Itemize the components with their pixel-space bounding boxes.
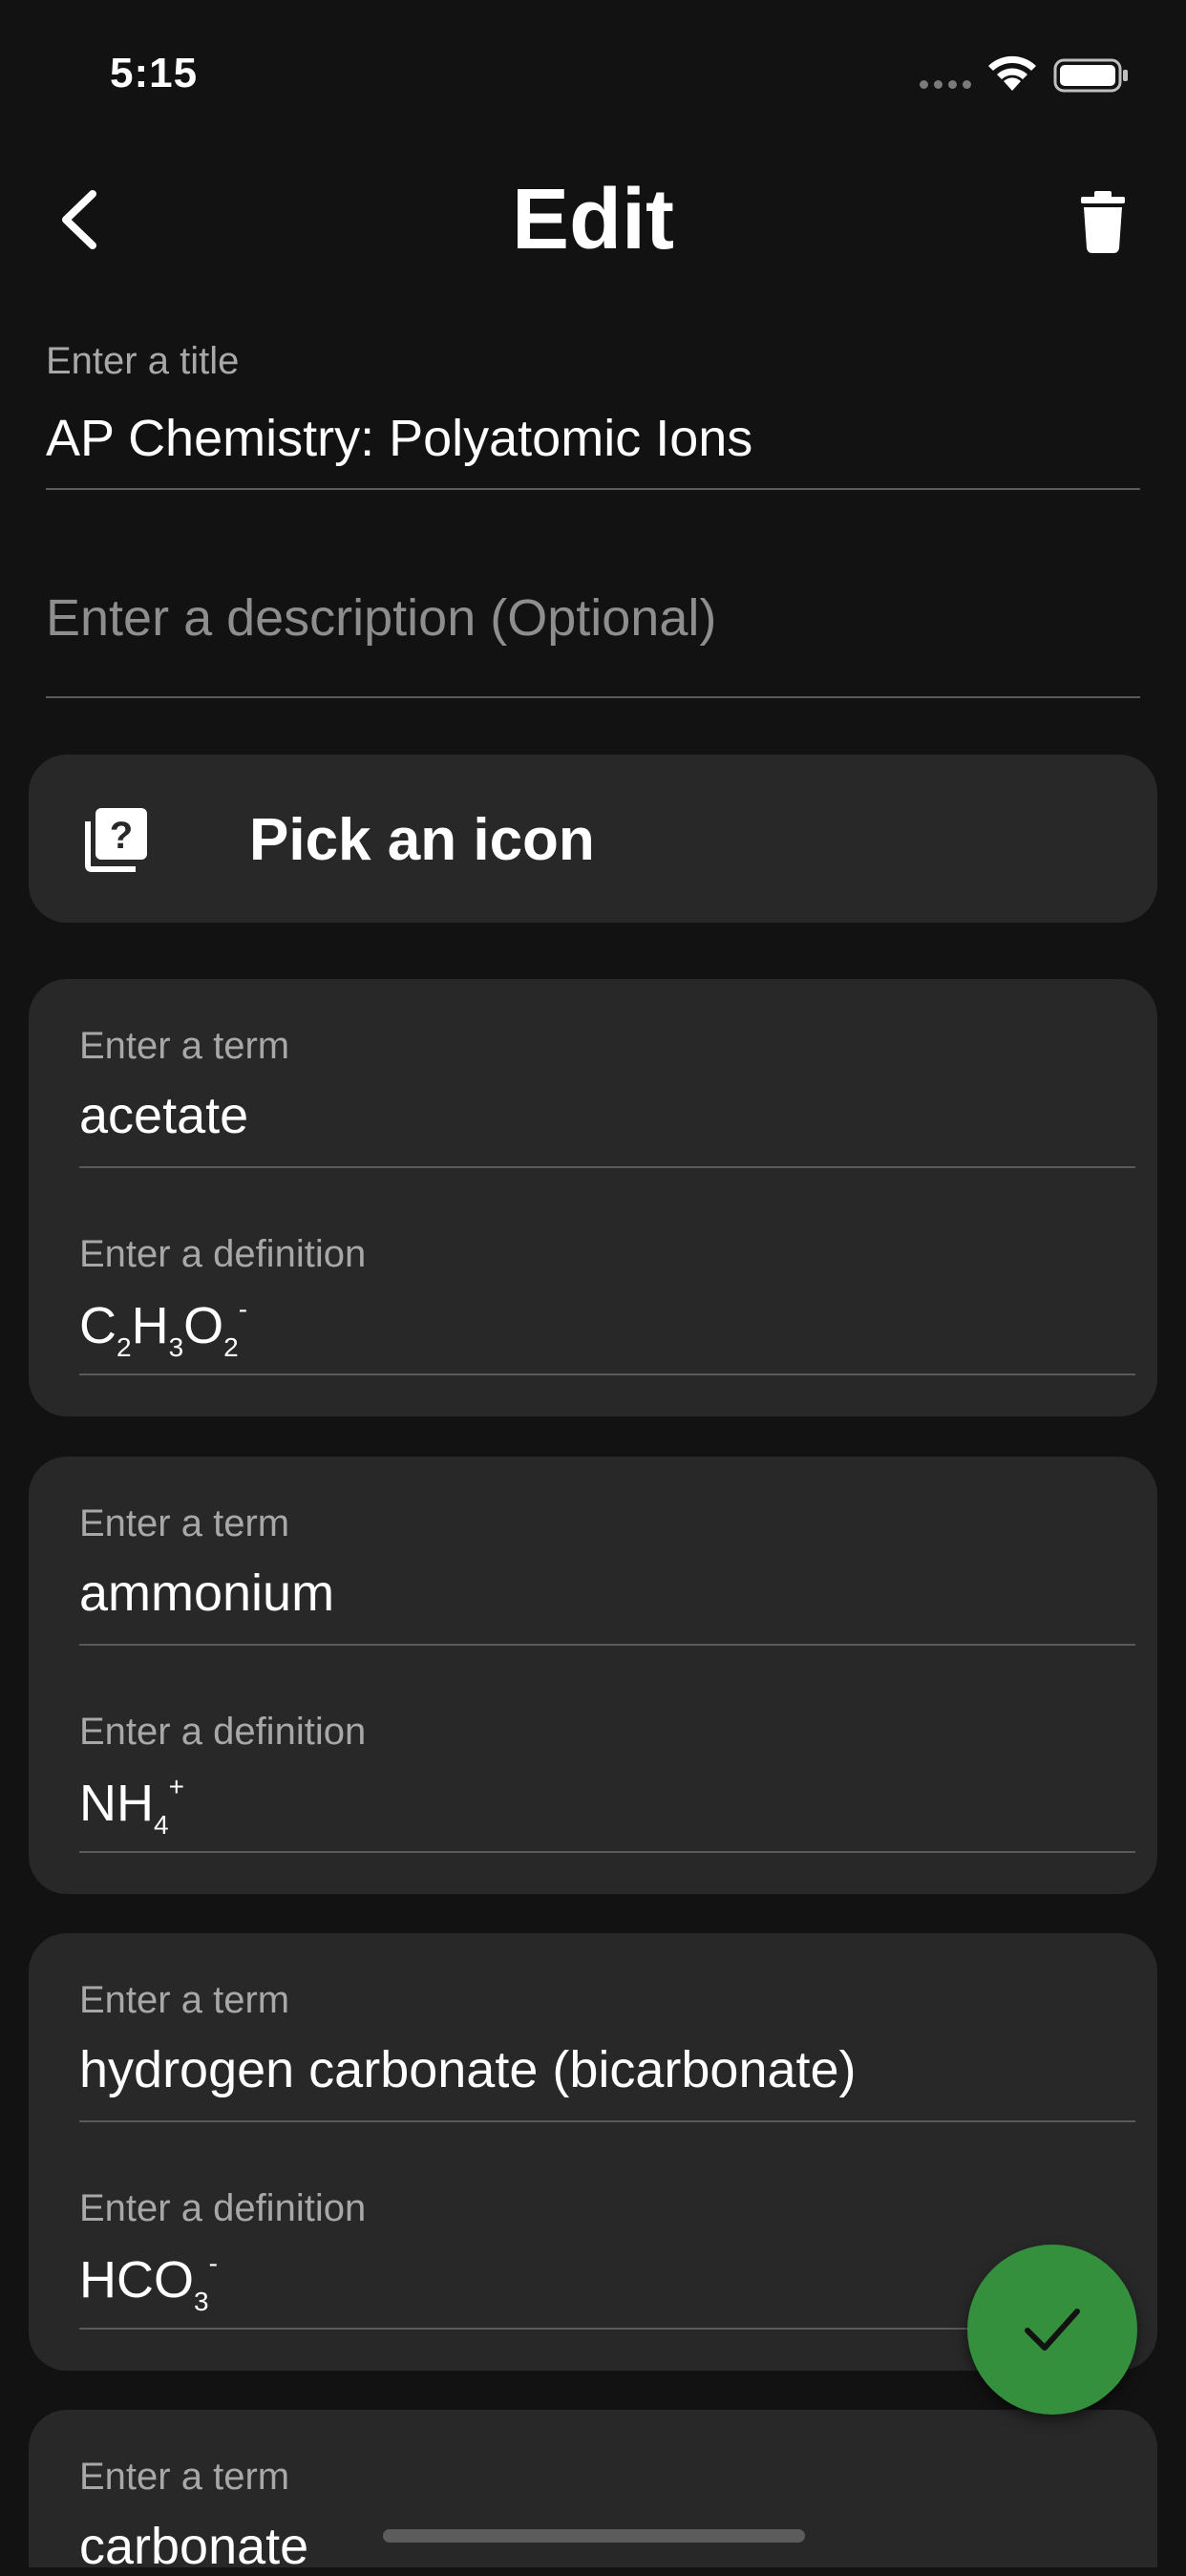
term-card: Enter a term acetate Enter a definition …	[29, 979, 1157, 1416]
formula-subscript: 3	[194, 2287, 209, 2316]
term-card: Enter a term carbonate	[29, 2410, 1157, 2575]
description-placeholder[interactable]: Enter a description (Optional)	[46, 588, 716, 648]
wifi-icon	[988, 55, 1036, 91]
formula-part: C	[79, 1297, 116, 1354]
term-input[interactable]: acetate	[79, 1086, 248, 1145]
pick-icon-label: Pick an icon	[249, 807, 595, 873]
term-label: Enter a term	[79, 1979, 290, 2021]
signal-icon	[920, 80, 971, 89]
term-underline	[79, 1644, 1135, 1646]
definition-underline	[79, 1851, 1135, 1853]
term-underline	[79, 1166, 1135, 1168]
term-input[interactable]: ammonium	[79, 1564, 334, 1623]
definition-underline	[79, 1373, 1135, 1375]
formula-part: H	[131, 1297, 169, 1354]
term-card: Enter a term ammonium Enter a definition…	[29, 1457, 1157, 1894]
status-bar: 5:15	[0, 0, 1186, 143]
definition-input[interactable]: NH4 +	[79, 1772, 184, 1841]
description-field-underline	[46, 696, 1140, 698]
formula-subscript: 3	[168, 1332, 184, 1362]
term-underline	[79, 2120, 1135, 2122]
status-time: 5:15	[110, 50, 199, 96]
formula-charge: +	[168, 1772, 184, 1801]
battery-icon	[1053, 58, 1128, 93]
formula-part: O	[183, 1297, 224, 1354]
title-field-value[interactable]: AP Chemistry: Polyatomic Ions	[46, 409, 752, 468]
title-field-underline	[46, 488, 1140, 490]
formula-subscript: 2	[116, 1332, 132, 1362]
formula-charge: -	[208, 2248, 218, 2278]
term-label: Enter a term	[79, 2456, 290, 2498]
description-field[interactable]: Enter a description (Optional)	[46, 573, 1140, 698]
definition-input[interactable]: HCO3 -	[79, 2248, 218, 2317]
definition-label: Enter a definition	[79, 1233, 367, 1275]
formula-subscript: 2	[223, 1332, 239, 1362]
term-input[interactable]: hydrogen carbonate (bicarbonate)	[79, 2040, 857, 2099]
page-title: Edit	[512, 172, 674, 267]
trash-icon[interactable]	[1079, 191, 1127, 254]
save-button[interactable]	[967, 2245, 1137, 2415]
formula-subscript: 4	[154, 1810, 169, 1840]
definition-input[interactable]: C2H3O2-	[79, 1294, 247, 1363]
term-label: Enter a term	[79, 1025, 290, 1067]
term-label: Enter a term	[79, 1502, 290, 1544]
svg-text:?: ?	[110, 815, 133, 857]
definition-label: Enter a definition	[79, 2187, 367, 2229]
formula-part: NH	[79, 1775, 154, 1832]
definition-label: Enter a definition	[79, 1711, 367, 1753]
home-indicator[interactable]	[383, 2529, 805, 2543]
checkmark-icon	[1025, 2309, 1080, 2351]
pick-icon-button[interactable]: ? Pick an icon	[29, 755, 1157, 923]
formula-part: HCO	[79, 2251, 194, 2309]
title-field[interactable]: Enter a title AP Chemistry: Polyatomic I…	[46, 334, 1140, 490]
help-library-icon: ?	[85, 808, 147, 872]
title-field-label: Enter a title	[46, 340, 240, 382]
formula-charge: -	[238, 1294, 248, 1324]
